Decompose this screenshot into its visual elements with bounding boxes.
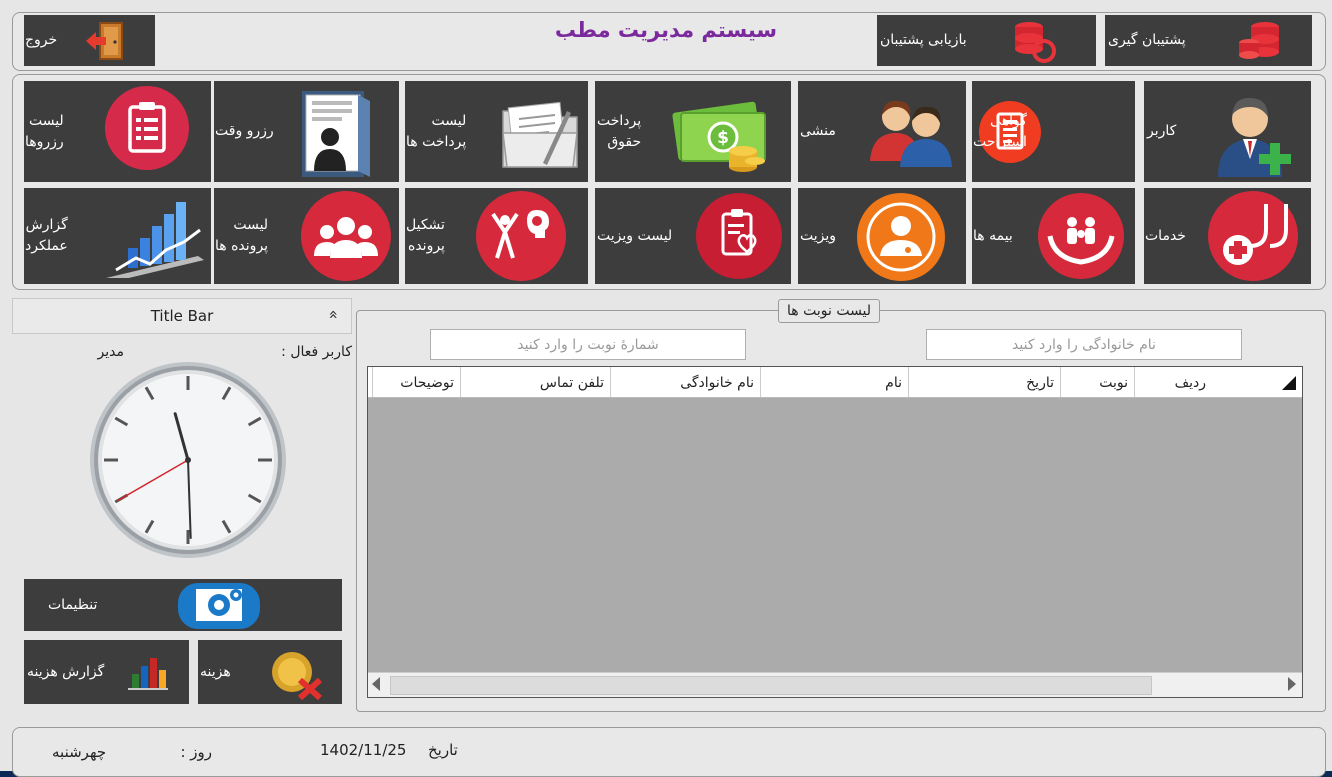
scroll-thumb[interactable]: [390, 676, 1152, 695]
expense-button[interactable]: هزینه: [198, 640, 342, 704]
payments-list-label: لیست پرداخت ها: [406, 112, 467, 150]
reservations-list-label: لیست رزروها: [25, 112, 64, 150]
performance-report-button[interactable]: گزارش عملکرد: [24, 188, 211, 284]
coin-cancel-icon: [272, 652, 323, 700]
appointment-number-search-input[interactable]: شمارهٔ نوبت را وارد کنید: [430, 329, 746, 360]
user-label: کاربر: [1147, 123, 1177, 139]
column-header-turn[interactable]: نوبت: [1060, 367, 1134, 397]
money-icon: $: [672, 101, 766, 172]
visit-label: ویزیت: [800, 227, 837, 244]
expense-report-button[interactable]: گزارش هزینه: [24, 640, 189, 704]
status-date-label: تاریخ: [428, 741, 458, 759]
clipboard-heart-icon: [696, 193, 782, 279]
scroll-left-icon[interactable]: [372, 677, 380, 691]
column-header-date[interactable]: تاریخ: [908, 367, 1060, 397]
status-day-label: روز :: [180, 743, 212, 761]
collapse-icon[interactable]: «: [325, 310, 344, 320]
files-list-button[interactable]: لیست پرونده ها: [214, 188, 399, 284]
services-label: خدمات: [1145, 227, 1186, 244]
status-date-value: 1402/11/25: [320, 741, 407, 759]
secretary-label: منشی: [800, 123, 836, 139]
salary-payment-label: پرداخت حقوق: [597, 112, 642, 150]
backup-button[interactable]: پشتیبان گیری: [1105, 15, 1312, 66]
expense-label: هزینه: [200, 663, 231, 680]
checklist-icon: [105, 86, 189, 170]
family-care-icon: [1038, 193, 1124, 279]
create-file-label: تشکیل پرونده: [406, 217, 445, 254]
visit-button[interactable]: ویزیت: [798, 188, 966, 284]
grid-horizontal-scrollbar[interactable]: [368, 672, 1302, 697]
settings-button[interactable]: تنظیمات: [24, 579, 342, 631]
active-user-value: مدیر: [97, 344, 124, 360]
expense-report-label: گزارش هزینه: [27, 663, 105, 680]
secretary-button[interactable]: منشی: [798, 81, 966, 182]
user-add-icon: [1218, 97, 1291, 177]
user-button[interactable]: کاربر: [1144, 81, 1311, 182]
active-user-label: کاربر فعال :: [281, 344, 352, 360]
column-header-notes[interactable]: توضیحات: [372, 367, 460, 397]
group-icon: [301, 191, 391, 281]
bar-chart-stairs-icon: [106, 202, 204, 278]
folder-documents-icon: [502, 101, 578, 168]
sort-triangle-icon: [1282, 376, 1296, 390]
column-header-phone[interactable]: تلفن تماس: [460, 367, 610, 397]
svg-text:$: $: [717, 128, 729, 148]
reservations-list-button[interactable]: لیست رزروها: [24, 81, 211, 182]
rest-certificate-label: گواهی استراحت: [973, 112, 1027, 150]
side-title-bar[interactable]: Title Bar «: [12, 298, 352, 334]
reservation-button[interactable]: رزرو وقت: [214, 81, 399, 182]
restore-backup-label: بازیابی پشتیبان: [880, 32, 967, 48]
side-title-text: Title Bar: [150, 307, 214, 325]
stethoscope-icon: [1208, 191, 1298, 281]
salary-payment-button[interactable]: $ پرداخت حقوق: [595, 81, 791, 182]
family-name-search-input[interactable]: نام خانوادگی را وارد کنید: [926, 329, 1242, 360]
insurances-button[interactable]: بیمه ها: [972, 188, 1135, 284]
payments-list-button[interactable]: لیست پرداخت ها: [405, 81, 588, 182]
performance-report-label: گزارش عملکرد: [25, 217, 68, 254]
mind-body-icon: [476, 191, 566, 281]
backup-label: پشتیبان گیری: [1108, 32, 1186, 48]
services-button[interactable]: خدمات: [1144, 188, 1311, 284]
restore-backup-button[interactable]: بازیابی پشتیبان: [877, 15, 1096, 66]
rest-certificate-button[interactable]: گواهی استراحت: [972, 81, 1135, 182]
settings-label: تنظیمات: [48, 596, 98, 613]
database-backup-icon: [1239, 22, 1279, 59]
visit-list-label: لیست ویزیت: [597, 227, 673, 244]
grid-header: ردیف نوبت تاریخ نام نام خانوادگی تلفن تم…: [368, 367, 1302, 398]
file-folder-icon: [302, 91, 370, 177]
bar-chart-icon: [128, 658, 168, 690]
reservation-label: رزرو وقت: [215, 123, 274, 139]
settings-gear-icon: [178, 583, 260, 629]
files-list-label: لیست پرونده ها: [215, 217, 269, 254]
create-file-button[interactable]: تشکیل پرونده: [405, 188, 588, 284]
appointments-grid[interactable]: ردیف نوبت تاریخ نام نام خانوادگی تلفن تم…: [367, 366, 1303, 698]
column-header-name[interactable]: نام: [760, 367, 908, 397]
doctor-icon: [857, 193, 945, 281]
analog-clock: [90, 362, 286, 558]
status-day-value: چهرشنبه: [52, 743, 107, 761]
main-window: خروج سیستم مدیریت مطب بازیابی پشتیبان پش…: [0, 0, 1332, 777]
insurances-label: بیمه ها: [973, 227, 1013, 244]
database-restore-icon: [1015, 22, 1056, 63]
visit-list-button[interactable]: لیست ویزیت: [595, 188, 791, 284]
scroll-right-icon[interactable]: [1288, 677, 1296, 691]
column-header-family-name[interactable]: نام خانوادگی: [610, 367, 760, 397]
people-icon: [870, 100, 952, 167]
appointments-group-title: لیست نوبت ها: [778, 299, 881, 323]
column-header-row[interactable]: ردیف: [1134, 367, 1212, 397]
